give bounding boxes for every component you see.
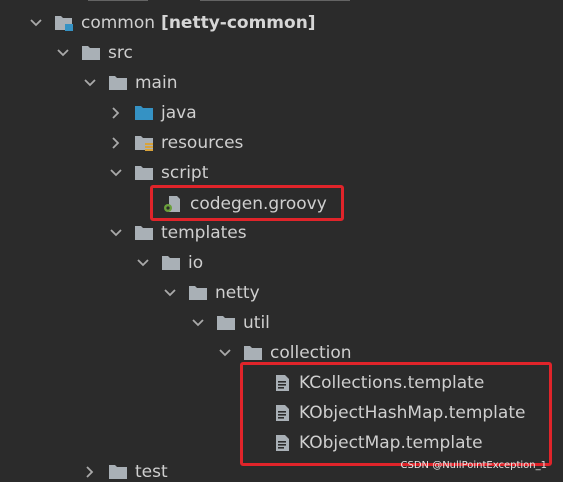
module-name: common	[81, 13, 156, 33]
watermark: CSDN @NullPointException_1	[400, 460, 547, 471]
highlight-box-templates	[240, 362, 552, 466]
folder-icon	[109, 465, 127, 479]
folder-label-java: java	[161, 103, 197, 123]
source-folder-icon	[135, 106, 153, 120]
tree-row-netty[interactable]: netty	[0, 278, 563, 308]
chevron-down-icon[interactable]	[135, 255, 151, 271]
folder-label-test: test	[135, 462, 168, 482]
folder-label-script: script	[161, 163, 209, 183]
tree-row-java[interactable]: java	[0, 98, 563, 128]
tree-row-templates[interactable]: templates	[0, 218, 563, 248]
tree-row-common[interactable]: common [netty-common]	[0, 8, 563, 38]
tree-row-main[interactable]: main	[0, 68, 563, 98]
folder-icon	[135, 166, 153, 180]
chevron-down-icon[interactable]	[55, 45, 71, 61]
folder-label-src: src	[108, 43, 133, 63]
highlight-box-codegen	[150, 185, 344, 221]
tree-row-util[interactable]: util	[0, 308, 563, 338]
folder-icon	[162, 256, 180, 270]
chevron-down-icon[interactable]	[28, 15, 44, 31]
folder-icon	[82, 46, 100, 60]
folder-icon	[217, 316, 235, 330]
folder-icon	[189, 286, 207, 300]
chevron-down-icon[interactable]	[162, 285, 178, 301]
chevron-right-icon[interactable]	[108, 135, 124, 151]
folder-icon	[109, 76, 127, 90]
chevron-right-icon[interactable]	[108, 105, 124, 121]
chevron-down-icon[interactable]	[82, 75, 98, 91]
folder-label-templates: templates	[161, 223, 247, 243]
tree-row-src[interactable]: src	[0, 38, 563, 68]
folder-label-netty: netty	[215, 283, 260, 303]
folder-label-io: io	[188, 253, 204, 273]
resources-folder-icon	[135, 136, 153, 151]
folder-icon	[135, 226, 153, 240]
folder-label-util: util	[243, 313, 270, 333]
module-qualifier: [netty-common]	[161, 13, 316, 33]
project-tree: common [netty-common] src main java reso…	[0, 0, 563, 482]
chevron-right-icon[interactable]	[82, 464, 98, 480]
folder-label-main: main	[135, 73, 178, 93]
chevron-down-icon[interactable]	[108, 225, 124, 241]
module-icon	[55, 16, 73, 31]
folder-icon	[244, 346, 262, 360]
chevron-down-icon[interactable]	[217, 345, 233, 361]
tree-row-script[interactable]: script	[0, 158, 563, 188]
tree-row-io[interactable]: io	[0, 248, 563, 278]
folder-label-resources: resources	[161, 133, 244, 153]
scrolled-row-remnant	[88, 0, 148, 1]
chevron-down-icon[interactable]	[190, 315, 206, 331]
scrolled-row-remnant-2	[200, 0, 350, 1]
folder-label-collection: collection	[270, 343, 352, 363]
chevron-down-icon[interactable]	[108, 165, 124, 181]
tree-row-resources[interactable]: resources	[0, 128, 563, 158]
